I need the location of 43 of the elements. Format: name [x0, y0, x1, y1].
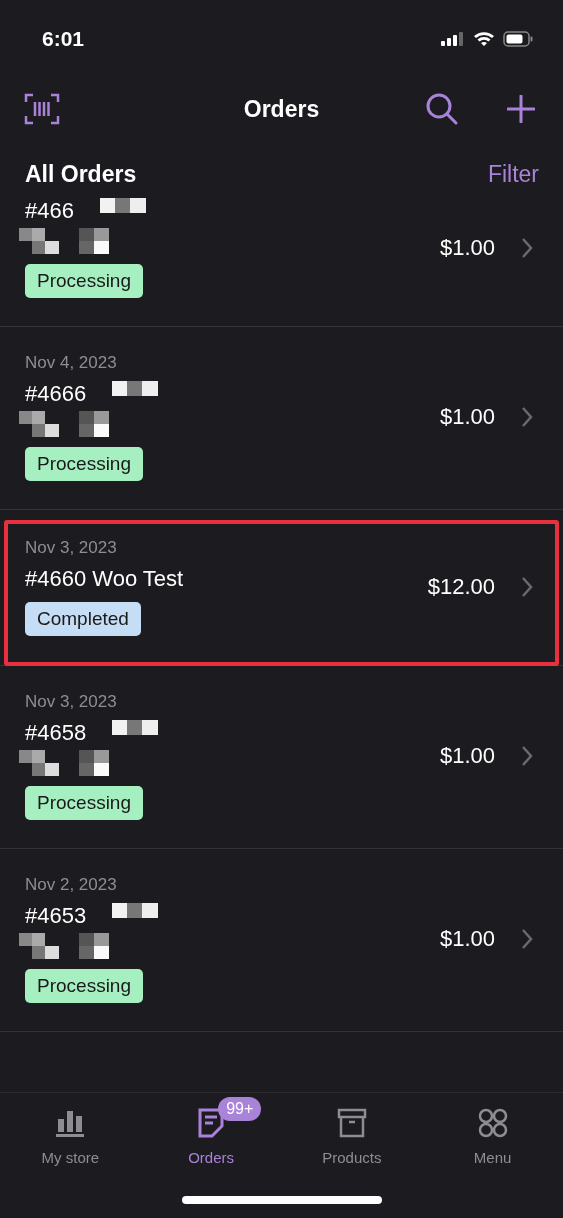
four-circles-icon	[477, 1108, 508, 1138]
status-badge: Processing	[25, 447, 143, 481]
tab-item[interactable]: My store	[0, 1093, 141, 1196]
battery-icon	[503, 31, 533, 47]
tab-item[interactable]: Products	[281, 1093, 423, 1196]
barcode-scan-icon[interactable]	[24, 93, 60, 125]
chevron-right-icon[interactable]	[521, 237, 533, 259]
status-badge: Processing	[25, 786, 143, 820]
order-total: $1.00	[439, 235, 495, 261]
order-title: #4658	[25, 720, 87, 746]
filter-button[interactable]: Filter	[487, 161, 539, 188]
order-date: Nov 2, 2023	[25, 875, 117, 895]
order-total: $1.00	[439, 404, 495, 430]
order-total: $1.00	[439, 743, 495, 769]
signal-icon	[441, 32, 465, 46]
order-date: Nov 3, 2023	[25, 692, 117, 712]
chevron-right-icon[interactable]	[521, 928, 533, 950]
order-title: #4653	[25, 903, 87, 929]
order-title: #4660 Woo Test	[25, 566, 184, 592]
archive-box-icon	[336, 1108, 367, 1138]
document-icon	[198, 1108, 225, 1138]
order-date: Nov 3, 2023	[25, 538, 117, 558]
bar-chart-icon	[55, 1109, 86, 1137]
search-icon[interactable]	[425, 92, 459, 126]
order-title: #466	[25, 198, 74, 224]
status-badge: Processing	[25, 264, 143, 298]
order-total: $1.00	[439, 926, 495, 952]
order-title: #4666	[25, 381, 87, 407]
status-time: 6:01	[42, 27, 85, 51]
count-badge: 99+	[218, 1097, 262, 1121]
add-icon[interactable]	[507, 95, 535, 123]
section-title: All Orders	[25, 161, 137, 188]
screen-title: Orders	[243, 95, 320, 123]
tab-item[interactable]: 99+ Orders	[140, 1093, 282, 1196]
chevron-right-icon[interactable]	[521, 576, 533, 598]
chevron-right-icon[interactable]	[521, 745, 533, 767]
status-badge: Processing	[25, 969, 143, 1003]
tab-item[interactable]: Menu	[422, 1093, 563, 1196]
order-total: $12.00	[427, 574, 495, 600]
chevron-right-icon[interactable]	[521, 406, 533, 428]
order-date: Nov 4, 2023	[25, 353, 117, 373]
wifi-icon	[473, 31, 495, 47]
status-badge: Completed	[25, 602, 141, 636]
